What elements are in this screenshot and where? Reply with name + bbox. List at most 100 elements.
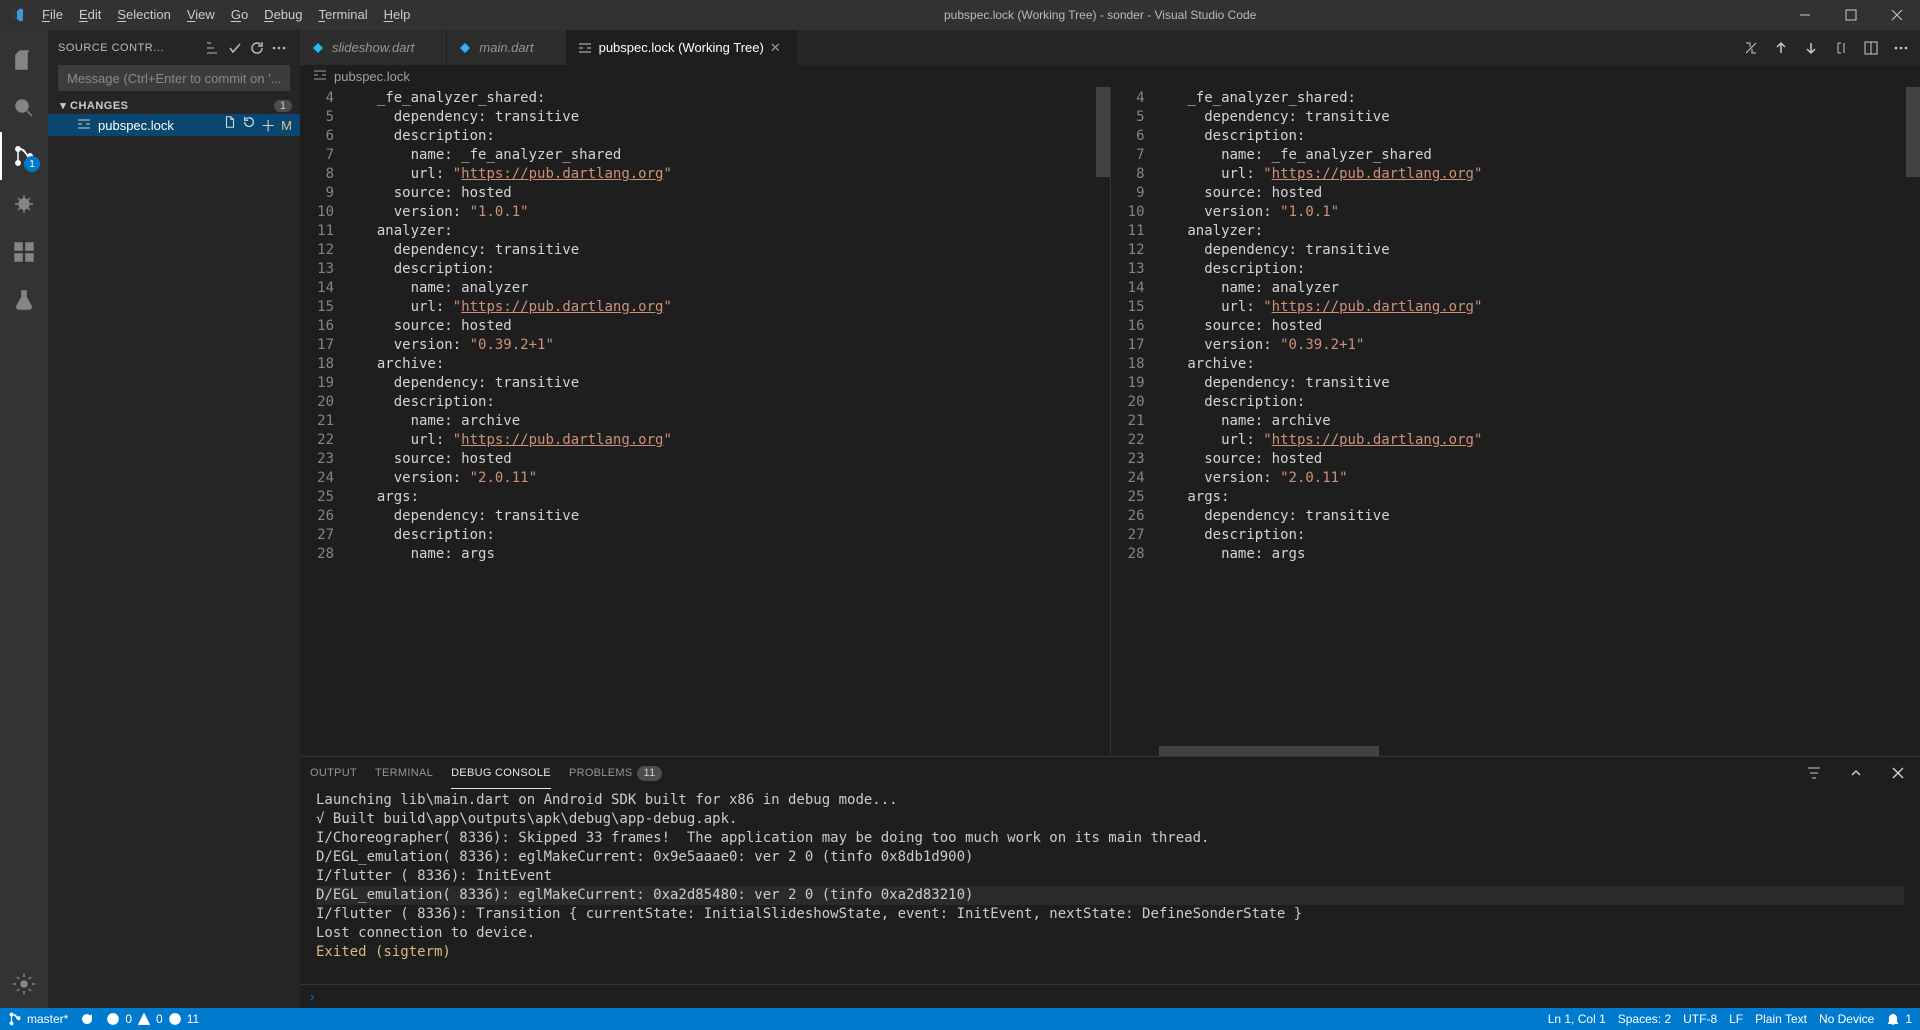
status-eol[interactable]: LF: [1729, 1008, 1743, 1030]
status-notifications[interactable]: 1: [1886, 1008, 1912, 1030]
vscode-logo-icon: [0, 7, 34, 23]
view-as-tree-icon[interactable]: [202, 37, 224, 59]
extensions-icon[interactable]: [0, 228, 48, 276]
window-title: pubspec.lock (Working Tree) - sonder - V…: [418, 8, 1782, 22]
search-icon[interactable]: [0, 84, 48, 132]
toggle-whitespace-icon[interactable]: [1828, 35, 1854, 61]
discard-changes-icon[interactable]: [240, 115, 258, 136]
filter-icon[interactable]: [1802, 761, 1826, 785]
prompt-icon: ›: [310, 989, 314, 1004]
changed-file-item[interactable]: pubspec.lock ＋ M: [48, 114, 300, 136]
source-control-icon[interactable]: 1: [0, 132, 48, 180]
menu-help[interactable]: Help: [376, 0, 419, 30]
console-line: D/EGL_emulation( 8336): eglMakeCurrent: …: [316, 886, 1904, 905]
maximize-button[interactable]: [1828, 0, 1874, 30]
menu-terminal[interactable]: Terminal: [310, 0, 375, 30]
changes-label: CHANGES: [70, 100, 274, 112]
maximize-panel-icon[interactable]: [1844, 761, 1868, 785]
debug-console-input[interactable]: ›: [300, 984, 1920, 1008]
next-change-icon[interactable]: [1798, 35, 1824, 61]
status-branch[interactable]: master*: [8, 1008, 68, 1030]
commit-message-input[interactable]: [58, 65, 290, 91]
breadcrumb[interactable]: pubspec.lock: [300, 65, 1920, 87]
minimize-button[interactable]: [1782, 0, 1828, 30]
diff-modified-pane[interactable]: 4567891011121314151617181920212223242526…: [1111, 87, 1920, 756]
file-name: pubspec.lock: [98, 118, 221, 133]
tab-label: slideshow.dart: [332, 40, 414, 55]
status-cursor[interactable]: Ln 1, Col 1: [1548, 1008, 1606, 1030]
panel-tab-problems[interactable]: PROBLEMS11: [569, 757, 662, 789]
console-line: Lost connection to device.: [316, 925, 535, 941]
refresh-icon[interactable]: [246, 37, 268, 59]
close-panel-icon[interactable]: [1886, 761, 1910, 785]
chevron-down-icon: ▾: [56, 99, 70, 112]
more-tab-actions-icon[interactable]: [1888, 35, 1914, 61]
tab-main-dart[interactable]: main.dart✕: [447, 30, 566, 65]
menu-selection[interactable]: Selection: [109, 0, 178, 30]
vertical-scrollbar[interactable]: [1906, 87, 1920, 756]
settings-gear-icon[interactable]: [0, 960, 48, 1008]
console-line: I/flutter ( 8336): InitEvent: [316, 868, 552, 884]
panel-tabs: OUTPUT TERMINAL DEBUG CONSOLE PROBLEMS11: [300, 757, 1920, 789]
menu-file[interactable]: File: [34, 0, 71, 30]
titlebar: FileEditSelectionViewGoDebugTerminalHelp…: [0, 0, 1920, 30]
panel-tab-terminal[interactable]: TERMINAL: [375, 757, 433, 789]
bottom-panel: OUTPUT TERMINAL DEBUG CONSOLE PROBLEMS11…: [300, 756, 1920, 1008]
stage-changes-icon[interactable]: ＋: [259, 115, 277, 136]
tab-label: pubspec.lock (Working Tree): [599, 40, 764, 55]
console-line: I/flutter ( 8336): Transition { currentS…: [316, 906, 1302, 922]
menu-go[interactable]: Go: [223, 0, 256, 30]
statusbar: master* 0 0 11 Ln 1, Col 1 Spaces: 2 UTF…: [0, 1008, 1920, 1030]
tab-label: main.dart: [479, 40, 533, 55]
more-actions-icon[interactable]: [268, 37, 290, 59]
editor-area: slideshow.dart✕main.dart✕pubspec.lock (W…: [300, 30, 1920, 1008]
code-content[interactable]: _fe_analyzer_shared: dependency: transit…: [348, 87, 1110, 756]
code-content[interactable]: _fe_analyzer_shared: dependency: transit…: [1159, 87, 1920, 756]
dart-icon: [457, 40, 473, 56]
window-controls: [1782, 0, 1920, 30]
console-line: D/EGL_emulation( 8336): eglMakeCurrent: …: [316, 849, 973, 865]
activitybar: 1: [0, 30, 48, 1008]
line-numbers: 4567891011121314151617181920212223242526…: [300, 87, 348, 756]
menu-edit[interactable]: Edit: [71, 0, 109, 30]
vertical-scrollbar[interactable]: [1096, 87, 1110, 756]
sidebar-header: SOURCE CONTR...: [48, 30, 300, 65]
status-language[interactable]: Plain Text: [1755, 1008, 1807, 1030]
split-editor-icon[interactable]: [1858, 35, 1884, 61]
status-spaces[interactable]: Spaces: 2: [1618, 1008, 1671, 1030]
status-encoding[interactable]: UTF-8: [1683, 1008, 1717, 1030]
debug-icon[interactable]: [0, 180, 48, 228]
menubar: FileEditSelectionViewGoDebugTerminalHelp: [34, 0, 418, 30]
status-device[interactable]: No Device: [1819, 1008, 1874, 1030]
line-numbers: 4567891011121314151617181920212223242526…: [1111, 87, 1159, 756]
status-problems[interactable]: 0 0 11: [106, 1008, 199, 1030]
editor-tab-actions: [1738, 30, 1920, 65]
changes-section-header[interactable]: ▾ CHANGES 1: [48, 97, 300, 114]
close-tab-icon[interactable]: ✕: [770, 40, 786, 56]
menu-debug[interactable]: Debug: [256, 0, 310, 30]
commit-icon[interactable]: [224, 37, 246, 59]
compare-changes-icon[interactable]: [1738, 35, 1764, 61]
dart-icon: [310, 40, 326, 56]
panel-tab-output[interactable]: OUTPUT: [310, 757, 357, 789]
tab-pubspec-lock-working-tree-[interactable]: pubspec.lock (Working Tree) ✕: [567, 30, 797, 65]
debug-console-output[interactable]: Launching lib\main.dart on Android SDK b…: [300, 789, 1920, 984]
panel-tab-debug-console[interactable]: DEBUG CONSOLE: [451, 757, 551, 789]
previous-change-icon[interactable]: [1768, 35, 1794, 61]
scm-sidebar: SOURCE CONTR... ▾ CHANGES 1 pubspec.lock…: [48, 30, 300, 1008]
file-status: M: [281, 118, 292, 133]
diff-original-pane[interactable]: 4567891011121314151617181920212223242526…: [300, 87, 1111, 756]
menu-view[interactable]: View: [179, 0, 223, 30]
close-button[interactable]: [1874, 0, 1920, 30]
open-file-icon[interactable]: [221, 115, 239, 136]
console-line: √ Built build\app\outputs\apk\debug\app-…: [316, 811, 737, 827]
console-line: I/Choreographer( 8336): Skipped 33 frame…: [316, 830, 1209, 846]
horizontal-scrollbar[interactable]: [1159, 746, 1907, 756]
diff-editor: 4567891011121314151617181920212223242526…: [300, 87, 1920, 756]
test-icon[interactable]: [0, 276, 48, 324]
status-sync[interactable]: [80, 1008, 94, 1030]
explorer-icon[interactable]: [0, 36, 48, 84]
tab-slideshow-dart[interactable]: slideshow.dart✕: [300, 30, 447, 65]
changes-count: 1: [274, 100, 292, 112]
console-line: Launching lib\main.dart on Android SDK b…: [316, 792, 898, 808]
